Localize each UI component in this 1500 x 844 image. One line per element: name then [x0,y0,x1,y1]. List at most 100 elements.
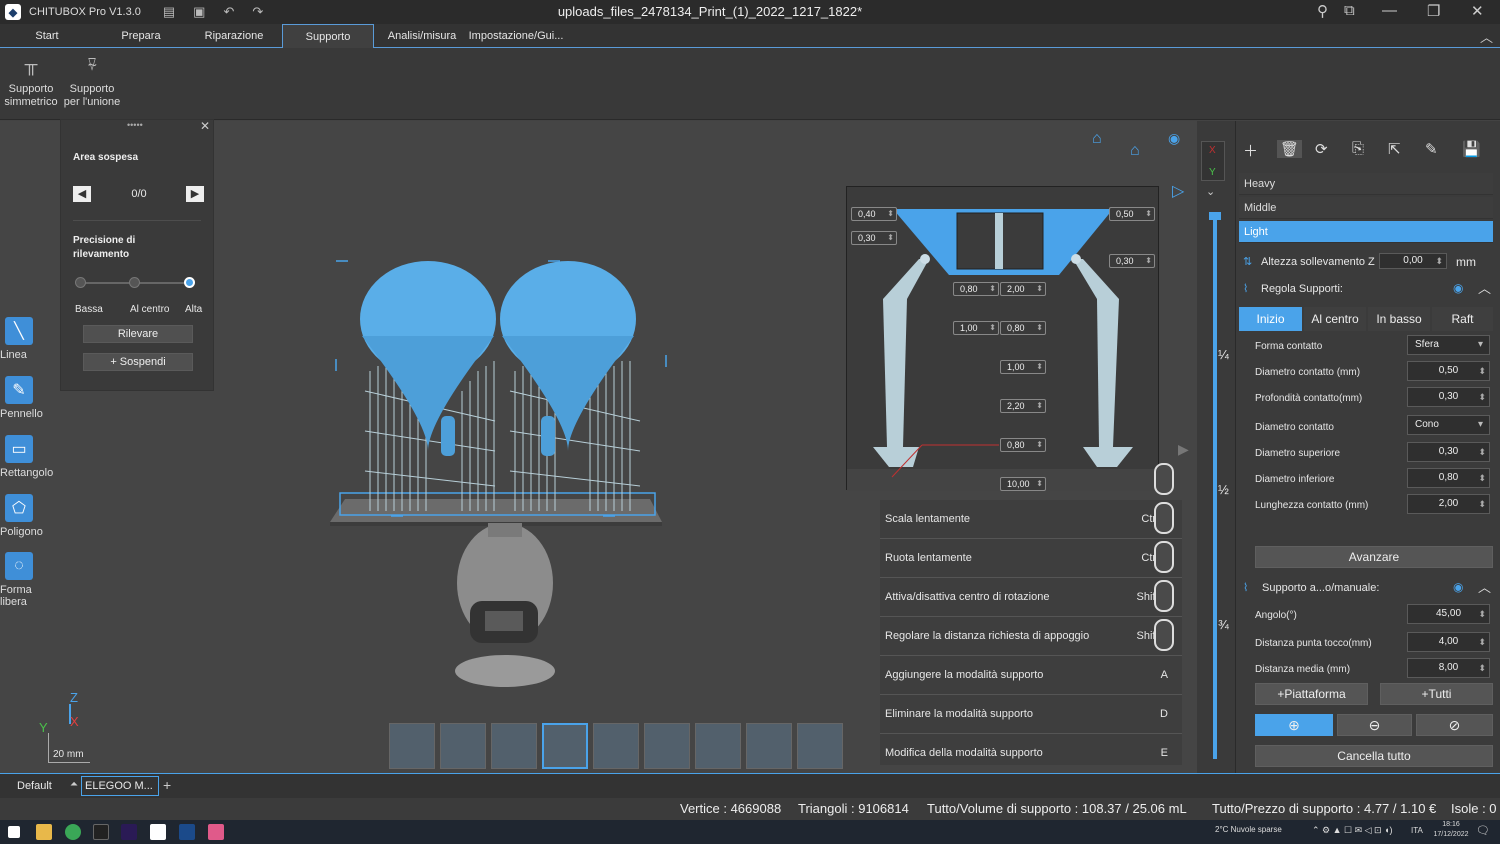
support-mode-button[interactable] [695,723,741,769]
user-icon[interactable]: ⚲ [1317,2,1328,20]
edit-icon[interactable]: ✎ [1425,140,1438,158]
diagram-value[interactable]: 1,00 [953,321,999,335]
preset-heavy[interactable]: Heavy [1239,173,1493,195]
support-mode-button[interactable] [389,723,435,769]
collapse-ribbon-icon[interactable]: ︿ [1480,27,1493,46]
diagram-value[interactable]: 2,00 [1000,282,1046,296]
tab-raft[interactable]: Raft [1432,307,1493,331]
support-mode-button[interactable] [491,723,537,769]
refresh-icon[interactable]: ⟳ [1315,140,1328,158]
tool-polygon[interactable]: ⬠ Poligono [0,494,60,538]
clock-time[interactable]: 18:16 [1438,821,1464,828]
diagram-value[interactable]: 0,80 [1000,438,1046,452]
notification-icon[interactable]: 🗨 [1476,824,1490,837]
slider-track[interactable] [1213,219,1217,759]
tool-line[interactable]: ╲ Linea [0,317,60,361]
contact-length-input[interactable]: 2,00 [1407,494,1490,514]
windows-start-icon[interactable] [8,826,20,838]
support-mode-button[interactable] [593,723,639,769]
add-printer-button[interactable]: + [163,777,171,793]
preset-middle[interactable]: Middle [1239,197,1493,219]
contact-type-select[interactable]: Cono [1407,415,1490,435]
add-icon[interactable]: ＋ [1243,140,1258,161]
tab-riparazione[interactable]: Riparazione [197,24,271,48]
chrome-icon[interactable] [65,824,81,840]
epic-games-icon[interactable] [93,824,109,840]
premiere-icon[interactable] [121,824,137,840]
tab-inizio[interactable]: Inizio [1239,307,1302,331]
support-mode-button[interactable] [797,723,843,769]
close-icon[interactable]: ✕ [1471,2,1484,20]
tip-distance-input[interactable]: 4,00 [1407,632,1490,652]
tab-supporto[interactable]: Supporto [282,24,374,48]
delete-icon[interactable]: 🗑 [1277,140,1303,158]
chitubox-taskbar-icon[interactable] [150,824,166,840]
disable-support-icon[interactable]: ⊘ [1416,714,1493,736]
profile-dropdown-icon[interactable]: ⏶ [70,779,78,790]
chevron-up-icon[interactable]: ︿ [1478,278,1491,297]
angle-input[interactable]: 45,00 [1407,604,1490,624]
diagram-value[interactable]: 0,30 [1109,254,1155,268]
mid-distance-input[interactable]: 8,00 [1407,658,1490,678]
add-support-icon[interactable]: ⊕ [1255,714,1333,736]
clear-all-button[interactable]: Cancella tutto [1255,745,1493,767]
tab-prepara[interactable]: Prepara [105,24,177,48]
contact-shape-select[interactable]: Sfera [1407,335,1490,355]
profile-name[interactable]: Default [17,780,52,792]
eye-icon[interactable]: ◉ [1453,281,1463,295]
printer-select[interactable]: ELEGOO M... [81,776,159,796]
suspend-button[interactable]: + Sospendi [83,353,193,371]
layer-slider[interactable]: X Y ⌄ ¼ ½ ¾ ︿ [1197,121,1235,792]
screenshot-icon[interactable]: ⧉ [1344,2,1355,19]
restore-icon[interactable]: ❐ [1427,2,1440,20]
preset-light[interactable]: Light [1239,221,1493,243]
diagram-value[interactable]: 0,80 [953,282,999,296]
next-icon[interactable]: ▶ [186,186,204,202]
lift-input[interactable]: 0,00 [1379,253,1447,269]
diagram-value[interactable]: 0,80 [1000,321,1046,335]
diagram-value[interactable]: 1,00 [1000,360,1046,374]
support-mode-button[interactable] [644,723,690,769]
detect-button[interactable]: Rilevare [83,325,193,343]
chevron-up-icon[interactable]: ︿ [1478,577,1491,596]
export-icon[interactable]: ⇱ [1388,140,1401,158]
tool-rectangle[interactable]: ▭ Rettangolo [0,435,60,479]
close-icon[interactable]: ✕ [200,119,210,133]
app-icon[interactable] [208,824,224,840]
bottom-diameter-input[interactable]: 0,80 [1407,468,1490,488]
minimize-icon[interactable]: — [1382,2,1397,19]
diagram-value[interactable]: 0,50 [1109,207,1155,221]
tab-analisi[interactable]: Analisi/misura [384,24,460,48]
diagram-value[interactable]: 0,30 [851,231,897,245]
tab-in-basso[interactable]: In basso [1368,307,1430,331]
save-preset-icon[interactable]: 💾 [1462,140,1481,158]
previous-icon[interactable]: ◀ [73,186,91,202]
support-mode-button-selected[interactable] [542,723,588,769]
weather-text[interactable]: 2°C Nuvole sparse [1215,825,1282,834]
tray-icons[interactable]: ⌃ ⚙ ▲ ☐ ✉ ◁ ⊡ ◖) [1312,825,1393,836]
all-button[interactable]: +Tutti [1380,683,1493,705]
join-support-button[interactable]: ⍫ Supporto per l'unione [62,55,122,109]
platform-button[interactable]: +Piattaforma [1255,683,1368,705]
language-indicator[interactable]: ITA [1411,826,1423,835]
advance-button[interactable]: Avanzare [1255,546,1493,568]
symmetric-support-button[interactable]: ╥ Supporto simmetrico [3,55,59,109]
contact-depth-input[interactable]: 0,30 [1407,387,1490,407]
axis-y-toggle[interactable]: Y [1209,167,1216,178]
panel-drag-handle[interactable]: ••••• [127,120,143,130]
tool-freeform[interactable]: ◌ Forma libera [0,552,60,608]
import-icon[interactable]: ⎘ [1352,140,1364,157]
diagram-value[interactable]: 2,20 [1000,399,1046,413]
clock-date[interactable]: 17/12/2022 [1428,831,1474,838]
top-diameter-input[interactable]: 0,30 [1407,442,1490,462]
slider-thumb[interactable] [184,277,195,288]
support-mode-button[interactable] [746,723,792,769]
chevron-down-icon[interactable]: ⌄ [1206,185,1215,198]
tool-brush[interactable]: ✎ Pennello [0,376,60,420]
slider-stop-mid[interactable] [129,277,140,288]
file-explorer-icon[interactable] [36,824,52,840]
axis-x-toggle[interactable]: X [1209,145,1216,156]
tab-al-centro[interactable]: Al centro [1304,307,1366,331]
remove-support-icon[interactable]: ⊖ [1337,714,1412,736]
contact-diameter-input[interactable]: 0,50 [1407,361,1490,381]
